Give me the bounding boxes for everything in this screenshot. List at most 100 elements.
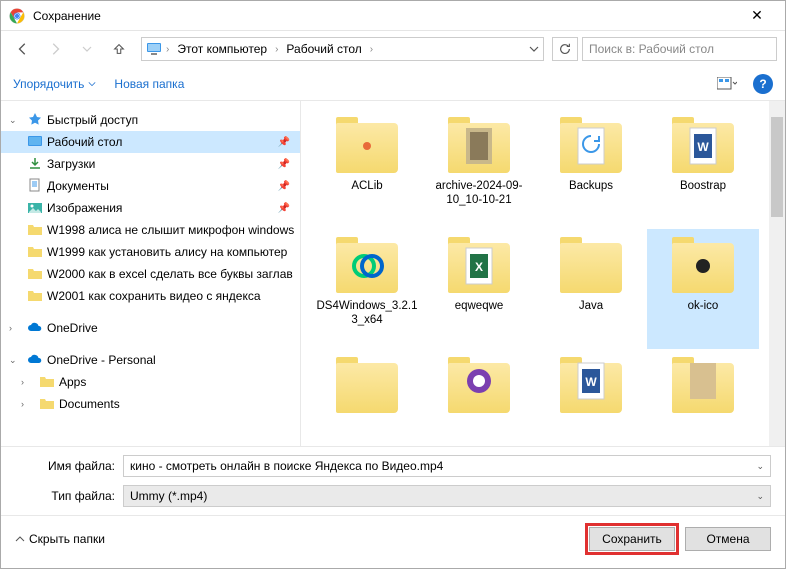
folder-item-boostrap[interactable]: W Boostrap (647, 109, 759, 229)
breadcrumb-pc[interactable]: Этот компьютер (173, 40, 271, 58)
tree-pictures[interactable]: Изображения 📌 (1, 197, 300, 219)
organize-menu[interactable]: Упорядочить (13, 77, 96, 91)
breadcrumb[interactable]: › Этот компьютер › Рабочий стол › (141, 37, 544, 61)
save-button[interactable]: Сохранить (589, 527, 675, 551)
hide-folders-toggle[interactable]: Скрыть папки (15, 532, 105, 546)
filename-input[interactable]: кино - смотреть онлайн в поиске Яндекса … (123, 455, 771, 477)
help-button[interactable]: ? (753, 74, 773, 94)
refresh-button[interactable] (552, 37, 578, 61)
filename-value: кино - смотреть онлайн в поиске Яндекса … (130, 459, 443, 473)
folder-icon (39, 396, 55, 412)
tree-label: Документы (47, 179, 109, 193)
tree-folder-w1999[interactable]: W1999 как установить алису на компьютер (1, 241, 300, 263)
tree-quick-access[interactable]: ⌄ Быстрый доступ (1, 109, 300, 131)
tree-label: OneDrive (47, 321, 98, 335)
breadcrumb-dropdown[interactable] (529, 44, 539, 54)
item-label: ACLib (351, 179, 382, 193)
folder-item-ds4[interactable]: DS4Windows_3.2.13_x64 (311, 229, 423, 349)
tree-downloads[interactable]: Загрузки 📌 (1, 153, 300, 175)
back-button[interactable] (9, 37, 37, 61)
pin-icon: 📌 (278, 159, 290, 170)
item-label: Java (579, 299, 603, 313)
folder-icon (27, 288, 43, 304)
tree-label: Documents (59, 397, 120, 411)
tree-folder-w2000[interactable]: W2000 как в excel сделать все буквы загл… (1, 263, 300, 285)
nav-tree: ⌄ Быстрый доступ Рабочий стол 📌 Загрузки… (1, 101, 301, 446)
close-button[interactable]: ✕ (737, 7, 777, 24)
filetype-value: Ummy (*.mp4) (130, 489, 207, 503)
search-placeholder: Поиск в: Рабочий стол (589, 42, 714, 56)
filetype-select[interactable]: Ummy (*.mp4) ⌄ (123, 485, 771, 507)
svg-text:W: W (697, 140, 709, 154)
search-input[interactable]: Поиск в: Рабочий стол (582, 37, 777, 61)
tree-label: Рабочий стол (47, 135, 122, 149)
navbar: › Этот компьютер › Рабочий стол › Поиск … (1, 31, 785, 67)
folder-item-okico[interactable]: ok-ico (647, 229, 759, 349)
tree-label: Apps (59, 375, 86, 389)
folder-item-partial[interactable] (311, 349, 423, 409)
tree-folder-w1998[interactable]: W1998 алиса не слышит микрофон windows (1, 219, 300, 241)
filetype-label: Тип файла: (15, 489, 115, 503)
tree-label: W1999 как установить алису на компьютер (47, 245, 287, 259)
folder-icon (27, 244, 43, 260)
recent-dropdown[interactable] (73, 37, 101, 61)
folder-item-java[interactable]: Java (535, 229, 647, 349)
chevron-up-icon (15, 534, 25, 544)
file-grid: ACLib archive-2024-09-10_10-10-21 Backup… (301, 101, 785, 446)
chevron-right-icon[interactable]: › (21, 377, 35, 387)
svg-text:X: X (475, 260, 483, 274)
folder-item-partial[interactable] (647, 349, 759, 409)
desktop-icon (27, 134, 43, 150)
tree-onedrive-personal[interactable]: ⌄ OneDrive - Personal (1, 349, 300, 371)
scrollbar[interactable] (769, 101, 785, 446)
documents-icon (27, 178, 43, 194)
window-title: Сохранение (33, 9, 737, 23)
tree-folder-w2001[interactable]: W2001 как сохранить видео с яндекса (1, 285, 300, 307)
up-button[interactable] (105, 37, 133, 61)
folder-item-aclib[interactable]: ACLib (311, 109, 423, 229)
tree-apps[interactable]: › Apps (1, 371, 300, 393)
pin-icon: 📌 (278, 181, 290, 192)
folder-item-archive[interactable]: archive-2024-09-10_10-10-21 (423, 109, 535, 229)
tree-onedrive[interactable]: › OneDrive (1, 317, 300, 339)
scrollbar-thumb[interactable] (771, 117, 783, 217)
hide-folders-label: Скрыть папки (29, 532, 105, 546)
pin-icon: 📌 (278, 203, 290, 214)
folder-item-eqweqwe[interactable]: X eqweqwe (423, 229, 535, 349)
folder-icon (27, 266, 43, 282)
cancel-button[interactable]: Отмена (685, 527, 771, 551)
view-mode-button[interactable] (715, 75, 739, 93)
chevron-right-icon[interactable]: › (21, 399, 35, 409)
chevron-down-icon[interactable]: ⌄ (9, 115, 23, 126)
chevron-down-icon[interactable]: ⌄ (756, 461, 764, 472)
tree-label: W1998 алиса не слышит микрофон windows (47, 223, 294, 237)
cloud-icon (27, 352, 43, 368)
tree-label: Быстрый доступ (47, 113, 138, 127)
tree-label: W2001 как сохранить видео с яндекса (47, 289, 261, 303)
tree-desktop[interactable]: Рабочий стол 📌 (1, 131, 300, 153)
item-label: eqweqwe (455, 299, 504, 313)
chevron-down-icon[interactable]: ⌄ (756, 491, 764, 502)
new-folder-button[interactable]: Новая папка (114, 77, 184, 91)
filename-label: Имя файла: (15, 459, 115, 473)
chevron-down-icon[interactable]: ⌄ (9, 355, 23, 366)
breadcrumb-sep: › (275, 44, 278, 55)
chevron-right-icon[interactable]: › (9, 323, 23, 333)
cloud-icon (27, 320, 43, 336)
folder-icon (39, 374, 55, 390)
tree-label: Загрузки (47, 157, 95, 171)
star-icon (27, 112, 43, 128)
titlebar: Сохранение ✕ (1, 1, 785, 31)
tree-documents[interactable]: Документы 📌 (1, 175, 300, 197)
tree-label: W2000 как в excel сделать все буквы загл… (47, 267, 293, 281)
breadcrumb-desktop[interactable]: Рабочий стол (282, 40, 365, 58)
tree-documents2[interactable]: › Documents (1, 393, 300, 415)
folder-item-backups[interactable]: Backups (535, 109, 647, 229)
pictures-icon (27, 200, 43, 216)
item-label: archive-2024-09-10_10-10-21 (427, 179, 531, 207)
chrome-icon (9, 8, 25, 24)
forward-button[interactable] (41, 37, 69, 61)
breadcrumb-sep: › (370, 44, 373, 55)
folder-item-partial[interactable] (423, 349, 535, 409)
folder-item-partial[interactable]: W (535, 349, 647, 409)
